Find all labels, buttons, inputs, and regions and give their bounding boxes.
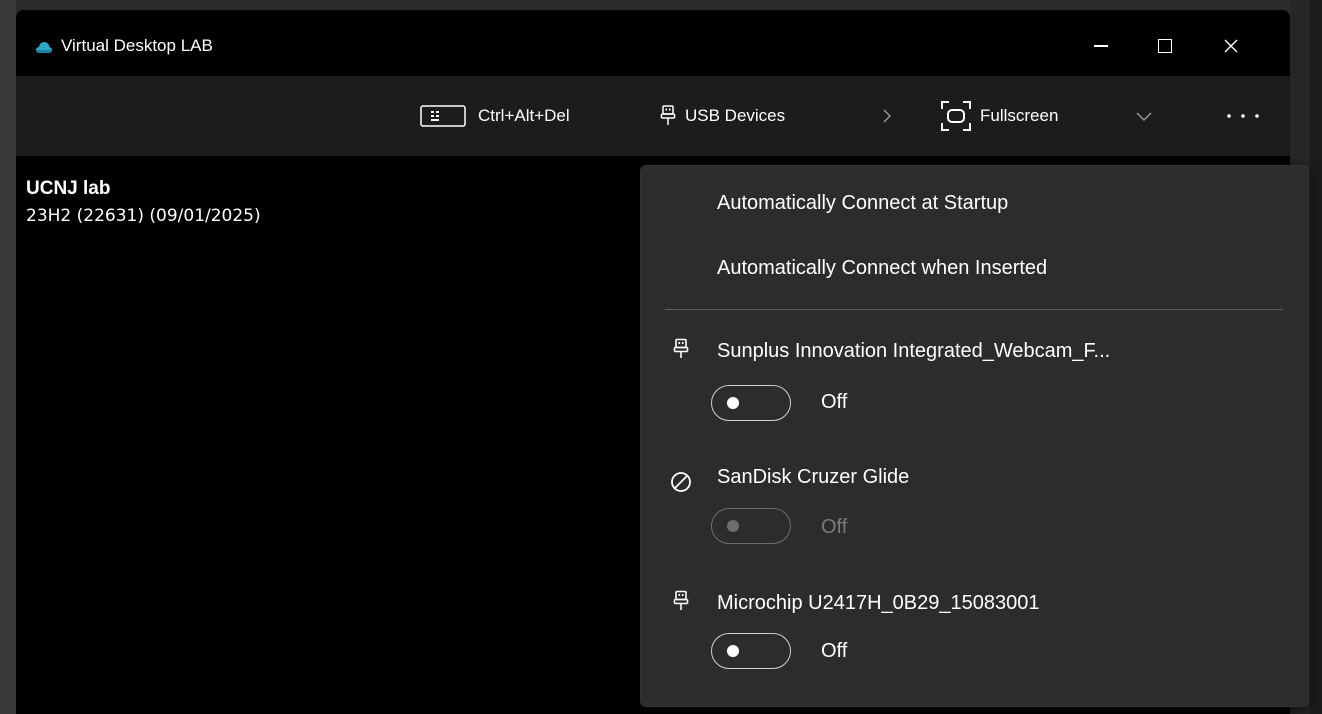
toolbar: Ctrl+Alt+Del USB Devices Fullscreen [16, 76, 1290, 156]
usb-devices-menu: Automatically Connect at Startup Automat… [640, 165, 1309, 707]
fullscreen-label: Fullscreen [980, 106, 1059, 125]
usb-device-sandisk-name: SanDisk Cruzer Glide [717, 466, 910, 488]
more-icon [1227, 114, 1259, 118]
more-options-button[interactable] [1224, 102, 1264, 130]
usb-icon [673, 338, 689, 358]
blocked-icon [671, 472, 691, 492]
display-options-button[interactable] [1134, 102, 1154, 130]
auto-connect-startup-option[interactable]: Automatically Connect at Startup [717, 192, 1008, 215]
usb-icon [673, 590, 689, 610]
close-icon [1224, 39, 1238, 53]
desktop-scroll-strip [1310, 0, 1322, 714]
cloud-icon [36, 42, 52, 53]
chevron-down-icon [1136, 112, 1152, 121]
desktop-background-left [0, 0, 16, 714]
usb-devices-expand-button[interactable] [880, 102, 894, 130]
usb-device-sandisk-state: Off [821, 516, 848, 538]
fullscreen-icon [941, 101, 971, 131]
usb-device-microchip-name: Microchip U2417H_0B29_15083001 [717, 592, 1040, 614]
minimize-button[interactable] [1078, 28, 1124, 64]
window-title: Virtual Desktop LAB [61, 36, 213, 55]
usb-device-webcam-name: Sunplus Innovation Integrated_Webcam_F..… [717, 340, 1111, 362]
close-button[interactable] [1208, 28, 1254, 64]
usb-devices-button[interactable]: USB Devices [660, 102, 785, 130]
title-bar[interactable]: Virtual Desktop LAB [16, 10, 1290, 76]
ctrl-alt-del-label: Ctrl+Alt+Del [478, 106, 570, 125]
usb-device-microchip-state: Off [821, 640, 848, 662]
usb-device-microchip-toggle[interactable] [711, 633, 791, 669]
auto-connect-inserted-option[interactable]: Automatically Connect when Inserted [717, 257, 1047, 280]
usb-devices-label: USB Devices [685, 106, 786, 125]
minimize-icon [1094, 45, 1108, 47]
session-name: UCNJ lab [26, 178, 111, 199]
keyboard-icon [420, 105, 466, 127]
chevron-right-icon [883, 109, 891, 123]
maximize-icon [1158, 39, 1172, 53]
toggle-knob [727, 645, 739, 657]
usb-device-webcam-toggle[interactable] [711, 385, 791, 421]
ctrl-alt-del-button[interactable]: Ctrl+Alt+Del [420, 102, 570, 130]
toggle-knob [727, 520, 739, 532]
usb-device-sandisk-toggle [711, 508, 791, 544]
session-build-info: 23H2 (22631) (09/01/2025) [26, 206, 261, 226]
menu-divider [665, 309, 1283, 310]
usb-icon [660, 105, 676, 125]
toggle-knob [727, 397, 739, 409]
fullscreen-button[interactable]: Fullscreen [940, 101, 1059, 131]
usb-device-webcam-state: Off [821, 391, 848, 413]
maximize-button[interactable] [1142, 28, 1188, 64]
